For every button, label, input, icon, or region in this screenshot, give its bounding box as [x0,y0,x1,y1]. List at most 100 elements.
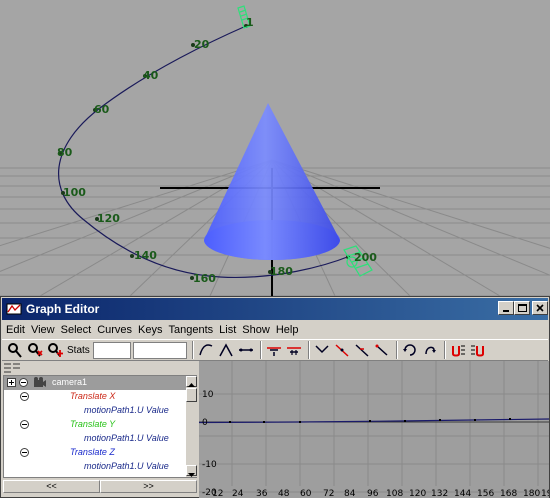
spline-tangents-button[interactable] [197,341,216,360]
unify-tangents-icon [287,347,302,355]
collapse-circle-icon[interactable] [19,378,28,387]
flat-tangents-button[interactable] [313,341,332,360]
collapse-circle-icon[interactable] [20,420,29,429]
insert-key-icon [27,343,43,357]
arrow-down-icon [188,473,195,477]
linear-tangents-icon [219,343,233,357]
stats-field-time[interactable] [92,341,131,359]
window-title: Graph Editor [26,302,100,316]
outliner-row-channel[interactable]: Translate Y [4,418,196,432]
x-tick-label: 108 [386,489,403,498]
graph-toolbar: Stats [2,339,548,361]
buffer-snap-icon [452,345,466,357]
frame-label-40: 40 [143,69,159,82]
frame-label-180: 180 [270,265,293,278]
buffer-swap-button[interactable] [469,341,488,360]
step-tangents-button[interactable] [237,341,256,360]
x-tick-label: 144 [454,489,471,498]
outliner-row-curve[interactable]: motionPath1.U Value [4,432,196,446]
graph-canvas: 10 0 -10 -20 [199,361,549,498]
add-key-tool-button[interactable] [45,341,64,360]
scroll-thumb[interactable] [186,388,197,402]
outliner-filter-icon[interactable] [3,361,21,375]
expand-box-icon[interactable] [7,378,16,387]
frame-label-140: 140 [134,249,157,262]
menu-edit[interactable]: Edit [6,324,25,336]
toolbar-separator [443,341,446,359]
scroll-up-button[interactable] [186,376,197,387]
frame-label-20: 20 [194,38,210,51]
menu-help[interactable]: Help [276,324,299,336]
collapse-circle-icon[interactable] [20,392,29,401]
outliner-nav: << >> [3,480,197,493]
move-key-tool-button[interactable] [5,341,24,360]
break-tangents-button[interactable] [265,341,284,360]
x-tick-label: 96 [367,489,379,498]
outliner-label-camera: camera1 [52,377,88,387]
cycle-offset-button[interactable] [421,341,440,360]
menu-view[interactable]: View [31,324,55,336]
y-tick-label: -10 [202,460,217,470]
cone [204,103,340,260]
maximize-button[interactable] [514,301,530,315]
clamped-tangents-icon [335,344,349,357]
x-tick-label: 72 [323,489,334,498]
outliner-row-channel[interactable]: Translate X [4,390,196,404]
outliner-row-curve[interactable]: motionPath1.U Value [4,460,196,474]
nav-prev-button[interactable]: << [3,480,100,493]
menu-list[interactable]: List [219,324,236,336]
x-tick-label: 48 [278,489,290,498]
y-tick-label: 0 [202,418,208,428]
buffer-snap-button[interactable] [449,341,468,360]
camera-icon [34,377,46,387]
insert-key-tool-button[interactable] [25,341,44,360]
minimize-button[interactable] [498,301,514,315]
x-tick-label: 168 [500,489,517,498]
y-tick-label: 10 [202,390,214,400]
frame-label-160: 160 [193,272,216,285]
frame-label-1: 1 [246,16,254,29]
toolbar-separator [395,341,398,359]
x-tick-label: 120 [409,489,426,498]
viewport-scene: 1 20 40 60 80 100 120 140 160 180 200 [0,5,550,296]
clamped-tangents-button[interactable] [333,341,352,360]
curve-label: motionPath1.U Value [84,461,169,471]
menu-bar: Edit View Select Curves Keys Tangents Li… [2,321,548,339]
close-button[interactable] [532,301,548,315]
toolbar-separator [307,341,310,359]
x-tick-label: 36 [256,489,268,498]
x-tick-label: 24 [232,489,244,498]
menu-curves[interactable]: Curves [97,324,132,336]
title-bar[interactable]: Graph Editor [2,298,548,320]
frame-label-200: 200 [354,251,377,264]
channel-outliner[interactable]: camera1 Translate X motionPath1.U Value … [3,375,197,478]
outliner-row-channel[interactable]: Translate Z [4,446,196,460]
plateau-tangents-button[interactable] [353,341,372,360]
menu-show[interactable]: Show [242,324,270,336]
break-tangents-icon [267,347,282,356]
x-tick-label: 180 [523,489,540,498]
frame-label-100: 100 [63,186,86,199]
graph-editor-window: Graph Editor Edit View Select Curves Key… [0,296,550,498]
step-tangents-icon [239,348,254,352]
menu-select[interactable]: Select [61,324,92,336]
fixed-tangents-button[interactable] [373,341,392,360]
outliner-row-camera[interactable]: camera1 [4,376,196,390]
nav-next-button[interactable]: >> [100,480,197,493]
outliner-toolbar [3,361,23,375]
collapse-circle-icon[interactable] [20,448,29,457]
perspective-viewport[interactable]: 1 20 40 60 80 100 120 140 160 180 200 [0,0,550,296]
outliner-row-curve[interactable]: motionPath1.U Value [4,404,196,418]
cycle-button[interactable] [401,341,420,360]
outliner-scrollbar[interactable] [186,376,197,477]
frame-label-120: 120 [97,212,120,225]
linear-tangents-button[interactable] [217,341,236,360]
unify-tangents-button[interactable] [285,341,304,360]
menu-keys[interactable]: Keys [138,324,162,336]
menu-tangents[interactable]: Tangents [169,324,214,336]
x-tick-label: 156 [477,489,494,498]
stats-label: Stats [67,344,90,356]
scroll-down-button[interactable] [186,465,197,477]
stats-field-value[interactable] [132,341,187,359]
curve-graph[interactable]: 10 0 -10 -20 12 24 36 48 60 72 84 96 108… [199,361,549,498]
